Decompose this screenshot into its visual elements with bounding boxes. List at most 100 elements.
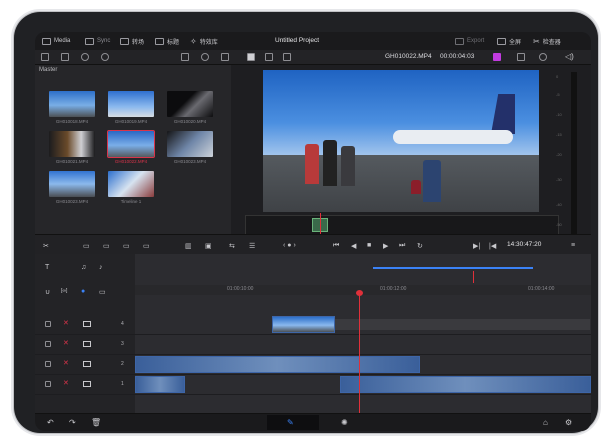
clip-label: GH010023.MP4 xyxy=(173,159,207,164)
timeline-clip[interactable] xyxy=(135,356,420,373)
overwrite-clip-icon[interactable]: ▭ xyxy=(103,242,110,250)
lock-icon[interactable] xyxy=(45,361,51,367)
source-viewer-icon[interactable] xyxy=(247,53,255,61)
clip-thumbnail[interactable] xyxy=(108,91,154,117)
clip-thumbnail[interactable] xyxy=(167,91,213,117)
play-icon[interactable]: ▶ xyxy=(383,242,388,250)
go-to-end-icon[interactable]: ⏭ xyxy=(399,242,405,250)
replace-clip-icon[interactable]: ▭ xyxy=(143,242,150,250)
delete-icon[interactable]: 🗑 xyxy=(91,418,101,427)
video-track xyxy=(135,315,591,335)
project-title: Untitled Project xyxy=(275,37,320,44)
timeline-ruler[interactable]: 01:00:10:00 01:00:12:00 01:00:14:00 xyxy=(135,285,591,295)
link-icon[interactable] xyxy=(101,53,109,61)
mute-icon[interactable]: ✕ xyxy=(63,379,69,387)
volume-icon[interactable]: ◁) xyxy=(565,52,574,61)
export-button[interactable]: Export xyxy=(455,36,484,46)
scrubber-playhead[interactable] xyxy=(320,213,321,235)
timeline-clip[interactable] xyxy=(272,316,335,333)
timeline-clip[interactable] xyxy=(135,376,185,393)
sync-tab[interactable]: Sync xyxy=(85,36,110,46)
effects-tab[interactable]: ✧ 特效库 xyxy=(190,36,218,46)
clip-thumbnail[interactable] xyxy=(167,131,213,157)
clip-options-icon[interactable]: ▣ xyxy=(205,242,212,250)
bin-icon[interactable] xyxy=(61,53,69,61)
lock-icon[interactable] xyxy=(45,341,51,347)
color-icon[interactable] xyxy=(493,53,501,61)
menu-icon[interactable]: ≡ xyxy=(571,242,575,249)
mute-icon[interactable]: ✕ xyxy=(63,339,69,347)
playhead-handle[interactable] xyxy=(356,290,363,296)
magnet-icon[interactable]: ∪ xyxy=(45,288,50,296)
settings-gear-icon[interactable]: ⚙ xyxy=(565,418,572,427)
effects-overlay-icon[interactable] xyxy=(539,53,547,61)
top-bar: Media Sync 转场 标题 ✧ 特效库 Untitled Project … xyxy=(35,32,591,51)
stop-icon[interactable]: ■ xyxy=(367,242,371,249)
track-visibility-icon[interactable] xyxy=(83,381,91,387)
inspector-button[interactable]: ✂ 检查器 xyxy=(533,36,561,46)
transitions-tab[interactable]: 转场 xyxy=(120,36,144,46)
video-track xyxy=(135,355,591,375)
video-track-icon[interactable]: ♪ xyxy=(99,264,103,271)
track-number: 2 xyxy=(121,361,124,367)
grid-view-icon[interactable] xyxy=(181,53,189,61)
audio-track-icon[interactable]: ♫ xyxy=(81,264,86,271)
media-pool: Master GH010018.MP4 GH010019.MP4 GH01002… xyxy=(35,65,231,245)
redo-icon[interactable]: ↷ xyxy=(69,418,76,427)
append-clip-icon[interactable]: ▭ xyxy=(123,242,130,250)
export-label: Export xyxy=(467,38,485,44)
insert-clip-icon[interactable]: ▭ xyxy=(83,242,90,250)
mute-icon[interactable]: ✕ xyxy=(63,359,69,367)
sync-bin-icon[interactable] xyxy=(81,53,89,61)
viewer-layout-icon[interactable] xyxy=(283,53,291,61)
track-visibility-icon[interactable] xyxy=(83,341,91,347)
clip-label: GH010019.MP4 xyxy=(114,119,148,124)
next-clip-icon[interactable]: ▶| xyxy=(473,242,480,250)
lock-icon[interactable] xyxy=(45,381,51,387)
play-reverse-icon[interactable]: ◀ xyxy=(351,242,356,250)
sliders-icon[interactable]: ☰ xyxy=(249,242,255,250)
zoom-icon[interactable]: ▭ xyxy=(99,288,106,296)
fullscreen-button[interactable]: 全屏 xyxy=(497,36,521,46)
audio-waveform-scrubber[interactable] xyxy=(245,213,559,235)
clip-thumbnail[interactable] xyxy=(49,171,95,197)
airplane-body xyxy=(393,130,513,144)
clip-thumbnail[interactable] xyxy=(49,131,95,157)
mute-icon[interactable]: ✕ xyxy=(63,319,69,327)
media-tab[interactable]: Media xyxy=(42,36,70,46)
fullscreen-label: 全屏 xyxy=(509,39,522,46)
jog-icon[interactable]: ‹ ● › xyxy=(283,242,296,249)
clip-thumbnail-selected[interactable] xyxy=(107,130,155,158)
track-visibility-icon[interactable] xyxy=(83,321,91,327)
insert-tool-icon[interactable]: T xyxy=(45,264,49,271)
trim-icon[interactable]: ▥ xyxy=(185,242,192,250)
blade-tool-icon[interactable]: ✂ xyxy=(43,242,49,250)
panel-toggle-icon[interactable] xyxy=(41,53,49,61)
lock-icon[interactable] xyxy=(45,321,51,327)
timeline-playhead[interactable] xyxy=(359,294,360,414)
home-icon[interactable]: ⌂ xyxy=(543,418,548,427)
timeline-thumbnail[interactable] xyxy=(108,171,154,197)
color-page-icon[interactable]: ✺ xyxy=(341,418,348,427)
sync-icon xyxy=(85,37,94,45)
transition-icon[interactable]: ⇆ xyxy=(229,242,235,250)
video-viewer[interactable] xyxy=(263,70,539,212)
position-lock-icon[interactable]: ● xyxy=(81,288,85,295)
transform-icon[interactable] xyxy=(517,53,525,61)
link-clips-icon[interactable]: [∞] xyxy=(61,288,67,294)
loop-icon[interactable]: ↻ xyxy=(417,242,423,250)
clip-thumbnail[interactable] xyxy=(49,91,95,117)
search-icon[interactable] xyxy=(201,53,209,61)
meter-label: -50 xyxy=(556,222,562,227)
timeline-viewer-icon[interactable] xyxy=(265,53,273,61)
undo-icon[interactable]: ↶ xyxy=(47,418,54,427)
sort-icon[interactable] xyxy=(221,53,229,61)
go-to-start-icon[interactable]: ⏮ xyxy=(333,242,339,250)
overview-playhead[interactable] xyxy=(473,271,474,283)
edit-page-tab[interactable]: ✎ xyxy=(267,415,319,430)
timeline-clip[interactable] xyxy=(340,376,591,393)
meter-label: -40 xyxy=(556,202,562,207)
track-visibility-icon[interactable] xyxy=(83,361,91,367)
titles-tab[interactable]: 标题 xyxy=(155,36,179,46)
previous-clip-icon[interactable]: |◀ xyxy=(489,242,496,250)
